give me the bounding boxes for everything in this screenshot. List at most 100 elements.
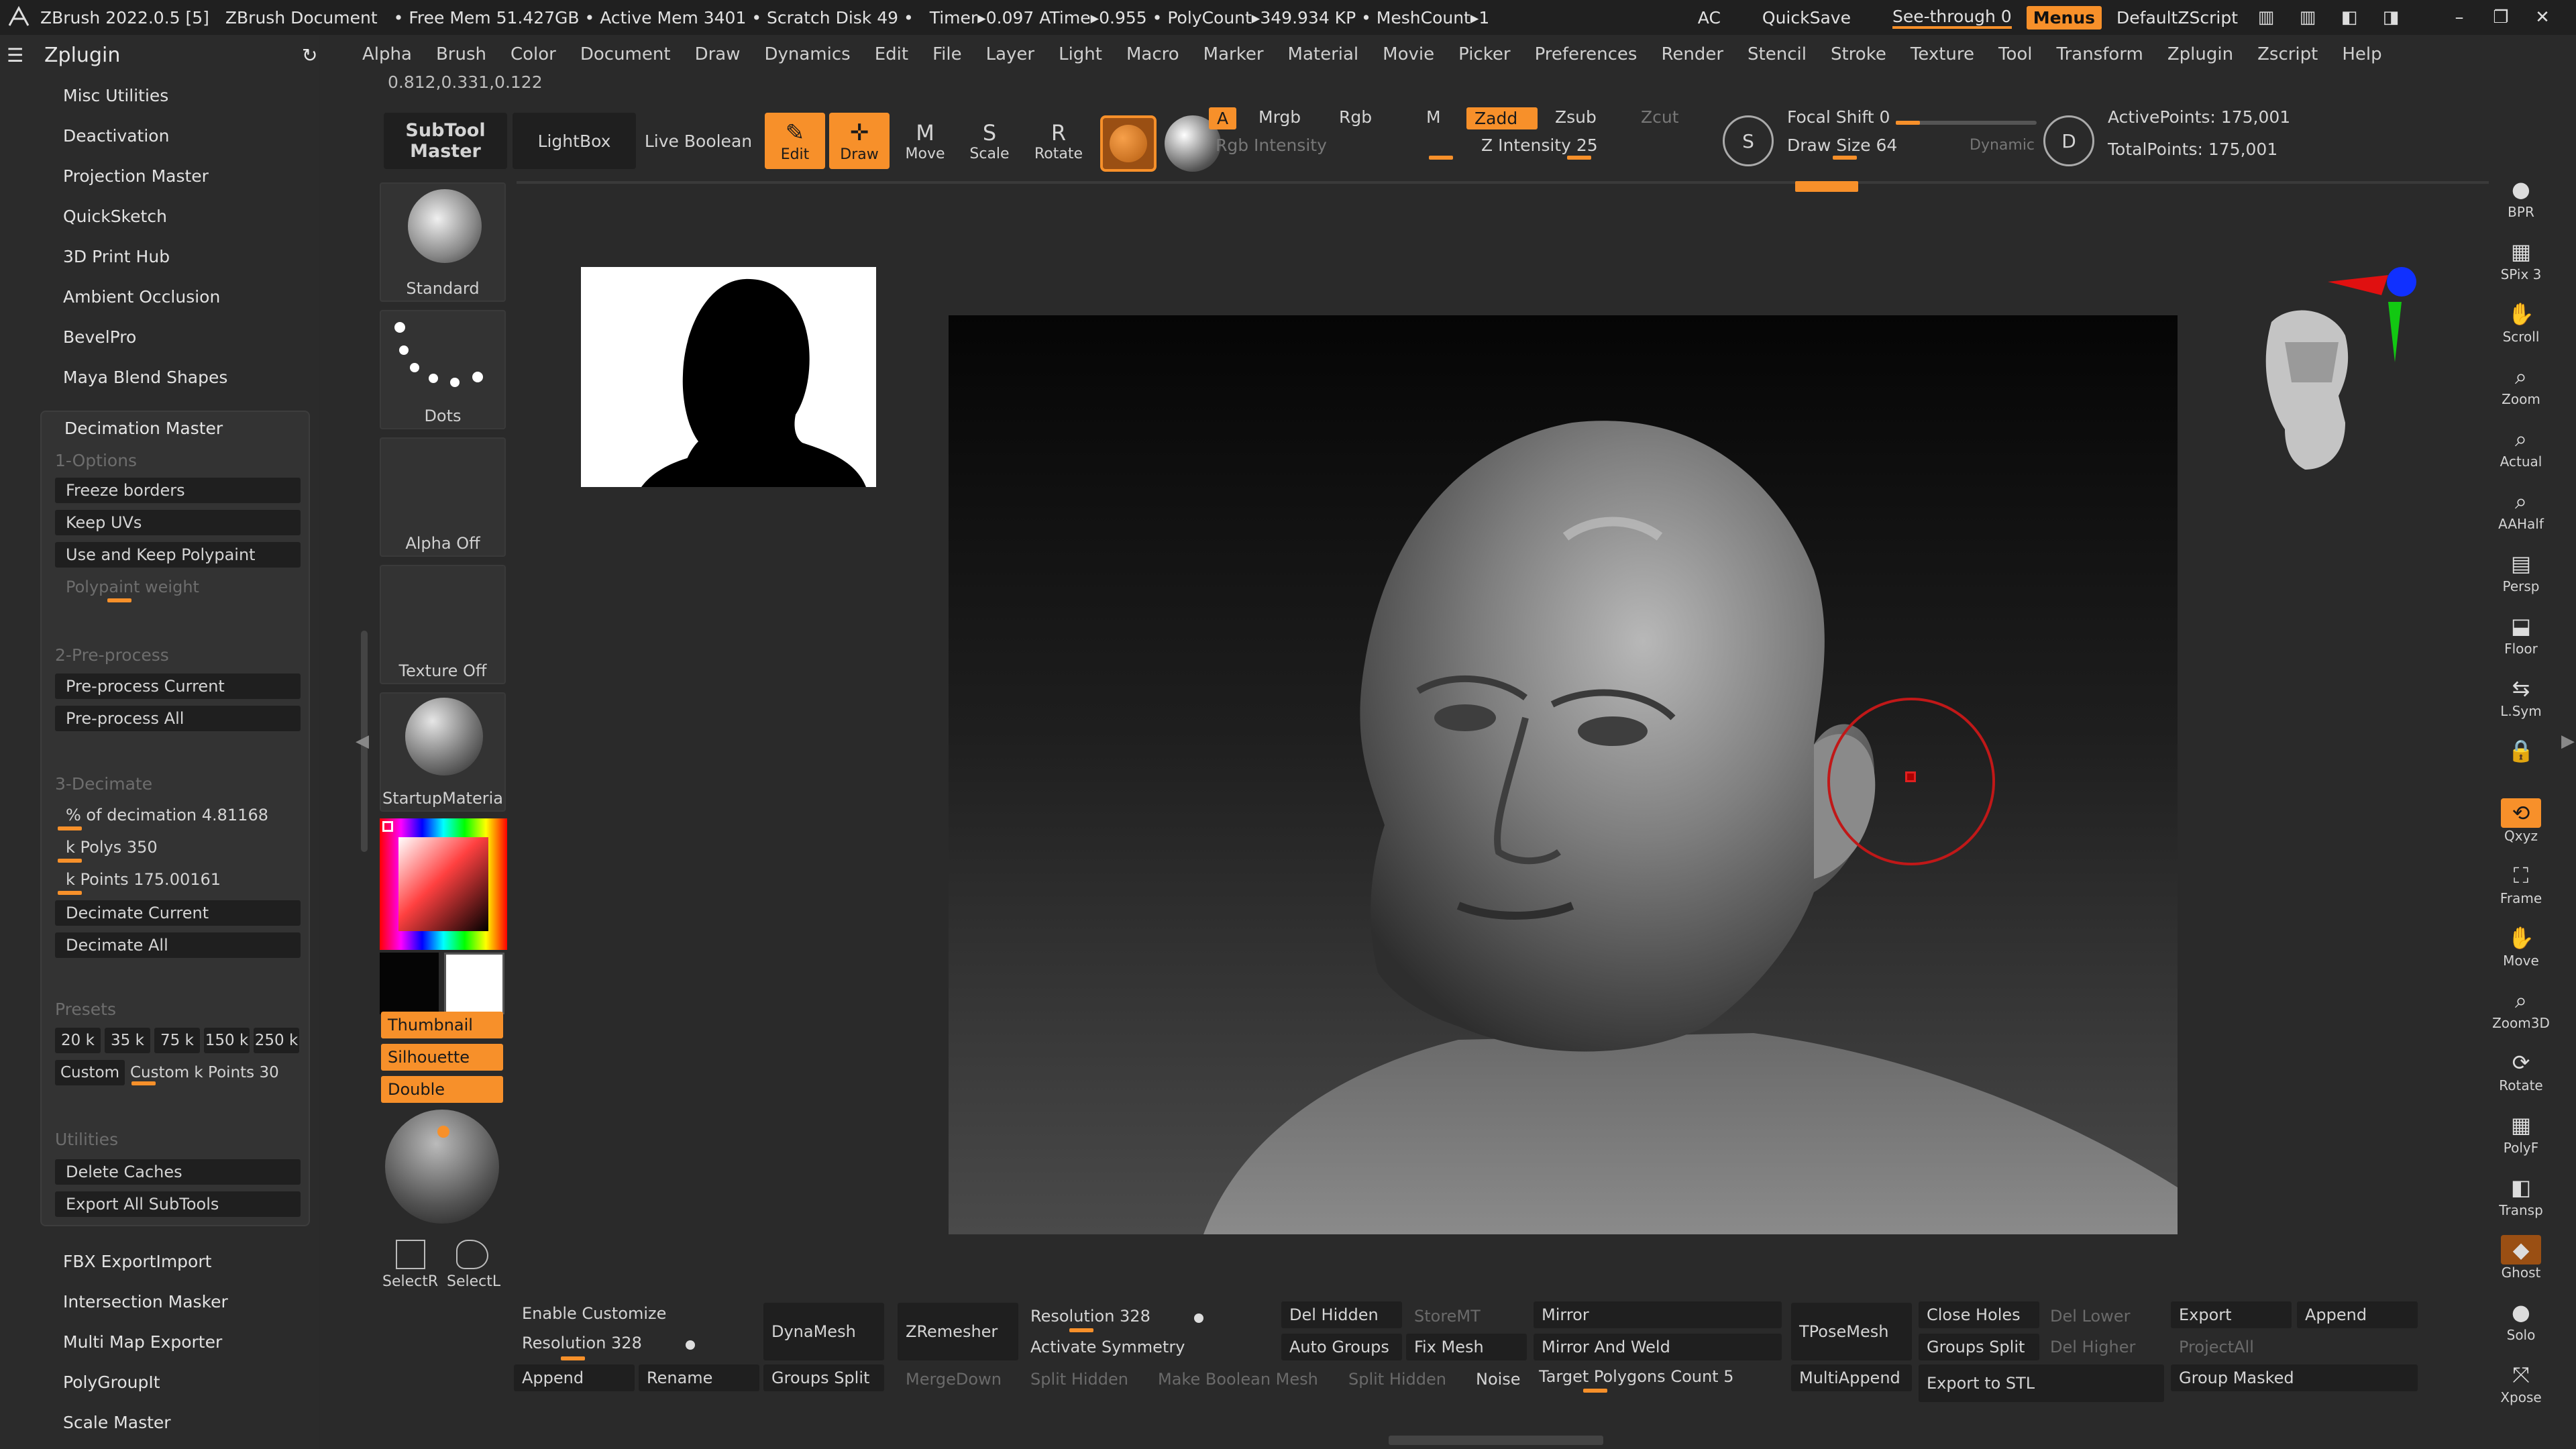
shelf-lock-button[interactable]: 🔒 (2490, 736, 2552, 765)
dynamesh-button[interactable]: DynaMesh (763, 1303, 884, 1360)
menu-file[interactable]: File (932, 44, 962, 64)
shelf-move-button[interactable]: ✋ Move (2490, 923, 2552, 969)
menu-alpha[interactable]: Alpha (362, 44, 412, 64)
tposemesh-button[interactable]: TPoseMesh (1791, 1303, 1912, 1360)
menu-stencil[interactable]: Stencil (1748, 44, 1807, 64)
plugin-maya-blend-shapes[interactable]: Maya Blend Shapes (0, 357, 319, 397)
decimate-all-button[interactable]: Decimate All (55, 932, 301, 958)
polypaint-weight-handle[interactable] (107, 598, 131, 602)
shelf-bpr-button[interactable]: ● BPR (2490, 174, 2552, 220)
projectall-button[interactable]: ProjectAll (2179, 1338, 2254, 1356)
preprocess-current-button[interactable]: Pre-process Current (55, 674, 301, 699)
primary-color-swatch[interactable] (380, 953, 439, 1014)
menus-toggle[interactable]: Menus (2026, 5, 2102, 30)
shelf-persp-button[interactable]: ▤ Persp (2490, 549, 2552, 594)
menu-macro[interactable]: Macro (1126, 44, 1179, 64)
target-polygons-slider[interactable]: Target Polygons Count 5 (1539, 1367, 1733, 1386)
resolution-mid-dot-icon[interactable] (1194, 1313, 1203, 1323)
shelf-aahalf-button[interactable]: ⌕ AAHalf (2490, 486, 2552, 533)
menu-tool[interactable]: Tool (1998, 44, 2033, 64)
shelf-lsym-button[interactable]: ⇆ L.Sym (2490, 674, 2552, 719)
mirror-and-weld-button[interactable]: Mirror And Weld (1534, 1334, 1782, 1360)
mergedown-button[interactable]: MergeDown (906, 1370, 1002, 1389)
menu-movie[interactable]: Movie (1383, 44, 1434, 64)
menu-material[interactable]: Material (1288, 44, 1359, 64)
k-polys-handle[interactable] (58, 859, 82, 863)
timeline-marker[interactable] (1795, 181, 1858, 192)
menu-help[interactable]: Help (2342, 44, 2381, 64)
quicksave-button[interactable]: QuickSave (1762, 8, 1851, 28)
menu-color[interactable]: Color (511, 44, 556, 64)
noise-button[interactable]: Noise (1476, 1370, 1521, 1389)
bottom-tray-toggle[interactable] (1389, 1436, 1603, 1445)
split-hidden-button[interactable]: Split Hidden (1030, 1370, 1128, 1389)
timeline-track[interactable] (517, 181, 2489, 184)
rgb-toggle[interactable]: Rgb (1339, 107, 1372, 127)
plugin-multi-map-exporter[interactable]: Multi Map Exporter (63, 1332, 222, 1352)
material-tile[interactable]: StartupMateria (380, 692, 506, 812)
preset-250k-button[interactable]: 250 k (254, 1028, 299, 1053)
shelf-rotate-button[interactable]: ⟳ Rotate (2490, 1048, 2552, 1093)
navigation-head-icon[interactable] (2245, 302, 2372, 476)
plugin-bevelpro[interactable]: BevelPro (0, 317, 319, 357)
rotate-mode-button[interactable]: R Rotate (1025, 113, 1092, 169)
menu-dynamics[interactable]: Dynamics (764, 44, 850, 64)
shelf-frame-button[interactable]: ⛶ Frame (2490, 861, 2552, 907)
shelf-floor-button[interactable]: ⬓ Floor (2490, 611, 2552, 657)
layout-right-icon[interactable]: ◨ (2377, 7, 2404, 28)
polypaint-weight-slider[interactable]: Polypaint weight (55, 574, 301, 600)
del-higher-button[interactable]: Del Higher (2050, 1338, 2135, 1356)
restore-icon[interactable]: ❐ (2487, 7, 2514, 28)
plugin-misc-utilities[interactable]: Misc Utilities (0, 75, 319, 115)
multiappend-button[interactable]: MultiAppend (1791, 1364, 1912, 1391)
silhouette-button[interactable]: Silhouette (381, 1044, 503, 1071)
zremesher-button[interactable]: ZRemesher (898, 1303, 1018, 1360)
default-zscript-button[interactable]: DefaultZScript (2116, 8, 2238, 28)
plugin-intersection-masker[interactable]: Intersection Masker (63, 1292, 228, 1311)
group-masked-button[interactable]: Group Masked (2171, 1364, 2418, 1391)
plugin-polygroupit[interactable]: PolyGroupIt (63, 1373, 160, 1392)
rgb-intensity-slider[interactable]: Rgb Intensity (1216, 136, 1327, 155)
mrgb-toggle[interactable]: Mrgb (1258, 107, 1301, 127)
menu-light[interactable]: Light (1059, 44, 1102, 64)
panel-header[interactable]: ☰ Zplugin ↻ (0, 35, 319, 75)
make-boolean-mesh-button[interactable]: Make Boolean Mesh (1158, 1370, 1318, 1389)
focal-shift-handle[interactable] (1896, 121, 1920, 125)
menu-layer[interactable]: Layer (986, 44, 1035, 64)
shelf-scroll-button[interactable]: ✋ Scroll (2490, 299, 2552, 345)
groups-split-button[interactable]: Groups Split (763, 1364, 884, 1391)
zsub-toggle[interactable]: Zsub (1555, 107, 1597, 127)
double-button[interactable]: Double (381, 1076, 503, 1103)
focal-shift-slider[interactable]: Focal Shift 0 (1787, 107, 1890, 127)
z-intensity-slider[interactable]: Z Intensity 25 (1481, 136, 1598, 155)
enable-customize-button[interactable]: Enable Customize (522, 1304, 666, 1323)
menu-draw[interactable]: Draw (695, 44, 741, 64)
zadd-toggle[interactable]: Zadd (1466, 107, 1538, 129)
zcut-toggle[interactable]: Zcut (1641, 107, 1679, 127)
preset-35k-button[interactable]: 35 k (105, 1028, 150, 1053)
secondary-color-swatch[interactable] (444, 953, 504, 1014)
palette-toggle2-icon[interactable]: ▥ (2294, 7, 2321, 28)
m-toggle[interactable]: M (1426, 107, 1441, 127)
plugin-scale-master[interactable]: Scale Master (63, 1413, 171, 1432)
decimate-current-button[interactable]: Decimate Current (55, 900, 301, 926)
layout-left-icon[interactable]: ◧ (2336, 7, 2363, 28)
subtool-master-button[interactable]: SubTool Master (384, 113, 507, 169)
decimation-master-title[interactable]: Decimation Master (64, 419, 223, 438)
shelf-spix-button[interactable]: ▦ SPix 3 (2490, 237, 2552, 282)
resolution-left-slider[interactable]: Resolution 328 (522, 1334, 642, 1352)
focal-s-icon[interactable]: S (1723, 115, 1774, 166)
storemt-button[interactable]: StoreMT (1414, 1307, 1481, 1326)
z-intensity-handle[interactable] (1567, 156, 1591, 160)
close-holes-button[interactable]: Close Holes (1919, 1301, 2039, 1328)
shelf-actual-button[interactable]: ⌕ Actual (2490, 424, 2552, 470)
ac-button[interactable]: AC (1698, 8, 1721, 28)
fix-mesh-button[interactable]: Fix Mesh (1406, 1334, 1527, 1360)
panel-menu-icon[interactable]: ☰ (7, 44, 44, 66)
draw-d-icon[interactable]: D (2043, 115, 2094, 166)
shelf-transp-button[interactable]: ◧ Transp (2490, 1173, 2552, 1218)
refresh-icon[interactable]: ↻ (302, 44, 317, 66)
custom-preset-button[interactable]: Custom (55, 1060, 125, 1085)
menu-transform[interactable]: Transform (2057, 44, 2143, 64)
k-polys-slider[interactable]: k Polys 350 (55, 835, 301, 860)
